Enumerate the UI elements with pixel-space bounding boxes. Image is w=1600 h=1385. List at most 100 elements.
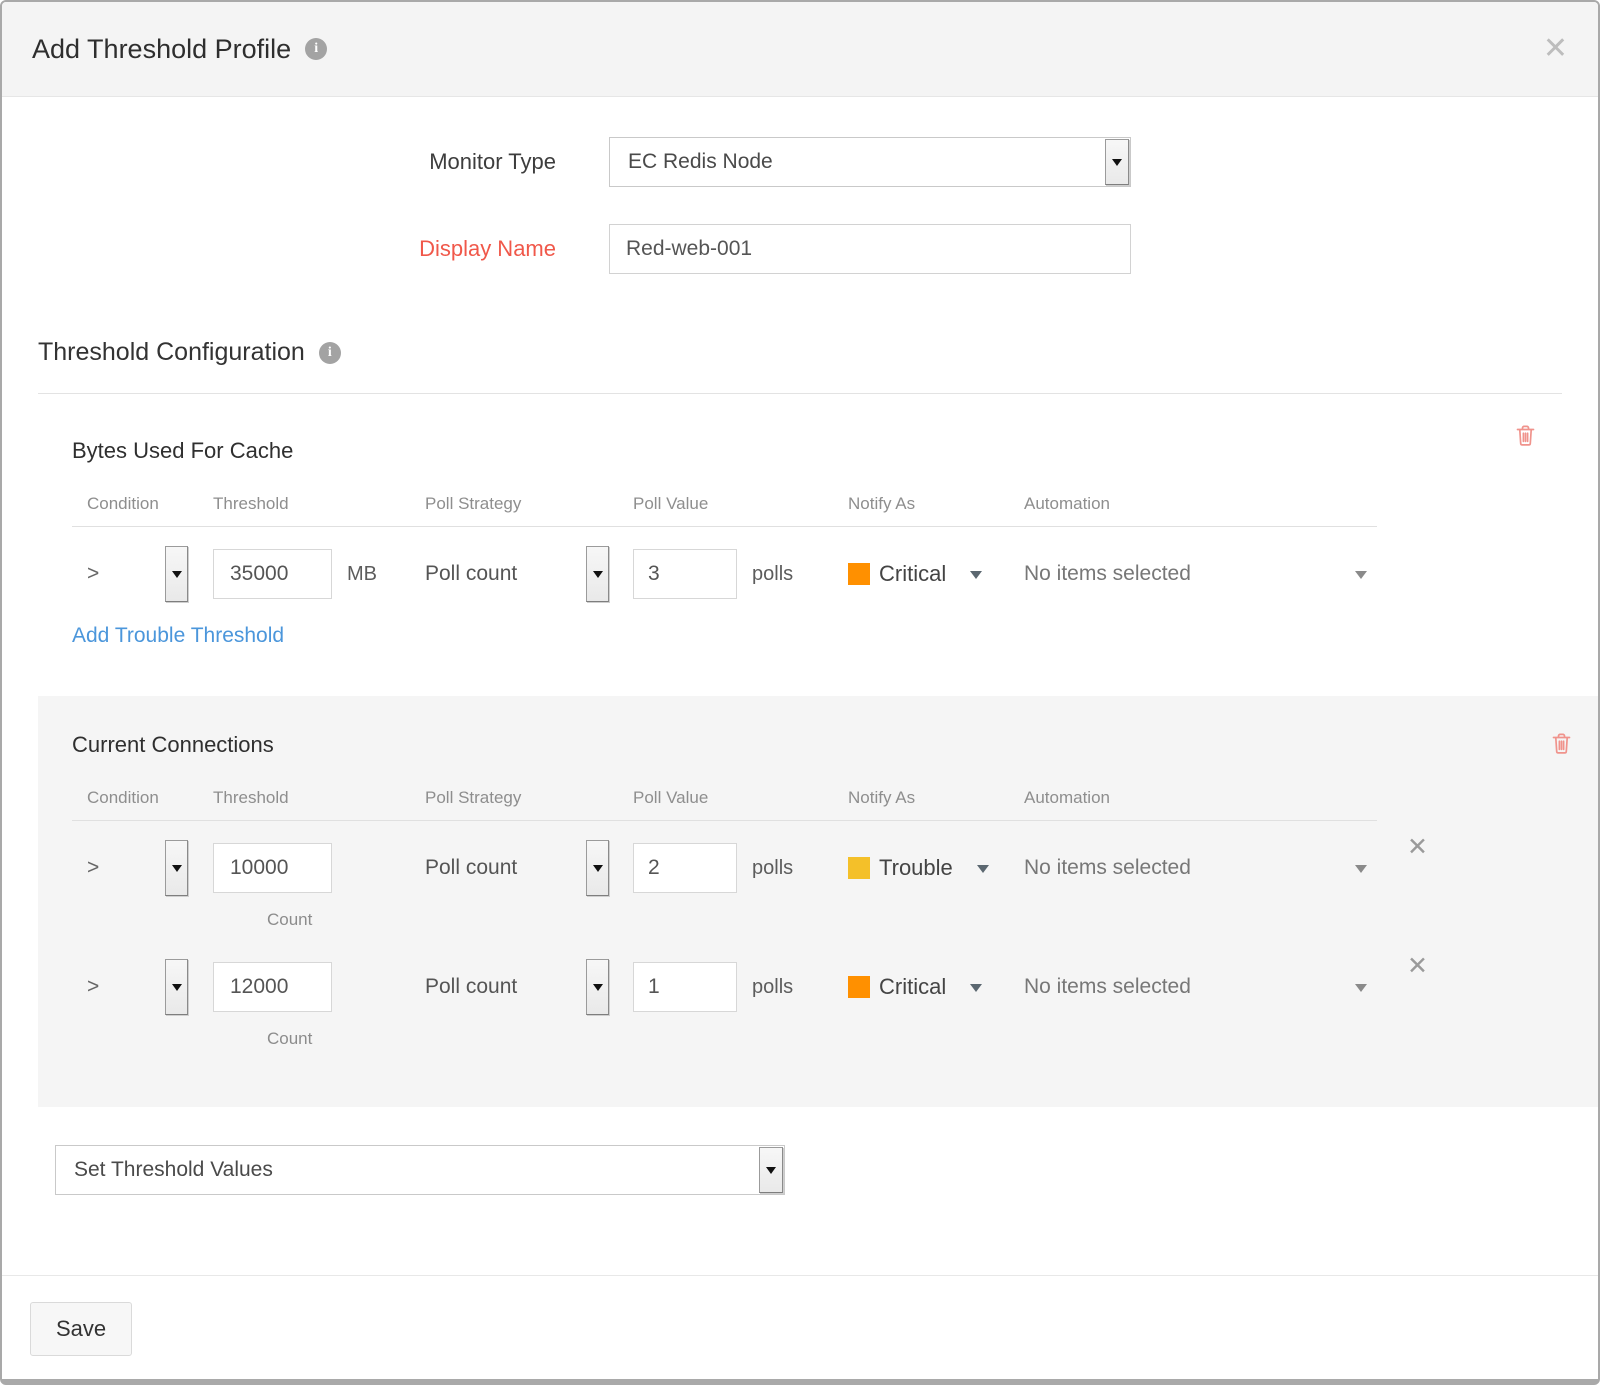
- set-threshold-values-select[interactable]: Set Threshold Values: [55, 1145, 785, 1195]
- threshold-input[interactable]: [213, 962, 332, 1012]
- monitor-type-value: EC Redis Node: [610, 150, 1104, 174]
- monitor-type-row: Monitor Type EC Redis Node: [38, 137, 1562, 187]
- close-icon[interactable]: ✕: [1543, 34, 1568, 64]
- severity-color-swatch: [848, 563, 870, 585]
- threshold-row: > MB Poll count polls: [72, 527, 1532, 604]
- add-trouble-threshold-link[interactable]: Add Trouble Threshold: [72, 624, 284, 648]
- threshold-row: > Poll count polls: [72, 940, 1568, 1017]
- column-automation: Automation: [1024, 494, 1377, 514]
- automation-select[interactable]: No items selected: [1024, 562, 1377, 586]
- poll-strategy-value: Poll count: [425, 975, 517, 999]
- threshold-sub-unit: Count: [267, 1029, 1568, 1049]
- monitor-type-label: Monitor Type: [38, 149, 609, 175]
- info-icon[interactable]: i: [305, 38, 327, 60]
- metric-name: Current Connections: [72, 732, 1568, 758]
- poll-strategy-value: Poll count: [425, 562, 517, 586]
- poll-value-cell: polls: [633, 962, 848, 1012]
- chevron-down-icon: [1355, 571, 1367, 585]
- delete-metric-icon[interactable]: [1551, 732, 1572, 760]
- column-threshold: Threshold: [213, 494, 425, 514]
- poll-strategy-value: Poll count: [425, 856, 517, 880]
- threshold-cell: [213, 962, 425, 1012]
- dropdown-arrow-icon[interactable]: [165, 959, 188, 1015]
- poll-strategy-select[interactable]: Poll count: [425, 840, 633, 896]
- notify-as-value: Critical: [879, 974, 946, 1000]
- column-condition: Condition: [72, 788, 213, 808]
- chevron-down-icon: [977, 865, 989, 879]
- condition-select[interactable]: >: [72, 840, 213, 896]
- metric-block-current-connections: Current Connections Condition Threshold …: [38, 696, 1598, 1107]
- dropdown-arrow-icon[interactable]: [586, 959, 609, 1015]
- chevron-down-icon: [1355, 865, 1367, 879]
- poll-value-unit: polls: [752, 976, 793, 999]
- set-threshold-values-value: Set Threshold Values: [56, 1158, 758, 1182]
- threshold-input[interactable]: [213, 843, 332, 893]
- condition-value: >: [72, 856, 99, 880]
- threshold-cell: [213, 843, 425, 893]
- column-headers: Condition Threshold Poll Strategy Poll V…: [72, 788, 1377, 821]
- notify-as-select[interactable]: Critical: [848, 974, 1024, 1000]
- column-headers: Condition Threshold Poll Strategy Poll V…: [72, 494, 1377, 527]
- poll-value-unit: polls: [752, 563, 793, 586]
- column-poll-value: Poll Value: [633, 788, 848, 808]
- column-poll-strategy: Poll Strategy: [425, 494, 633, 514]
- column-threshold: Threshold: [213, 788, 425, 808]
- save-button[interactable]: Save: [30, 1302, 132, 1356]
- column-condition: Condition: [72, 494, 213, 514]
- threshold-input[interactable]: [213, 549, 332, 599]
- poll-value-cell: polls: [633, 843, 848, 893]
- column-automation: Automation: [1024, 788, 1377, 808]
- remove-row-icon[interactable]: ✕: [1407, 835, 1428, 860]
- notify-as-value: Critical: [879, 561, 946, 587]
- column-notify-as: Notify As: [848, 494, 1024, 514]
- condition-select[interactable]: >: [72, 546, 213, 602]
- dropdown-arrow-icon[interactable]: [586, 546, 609, 602]
- column-poll-value: Poll Value: [633, 494, 848, 514]
- display-name-label: Display Name: [38, 236, 609, 262]
- dialog-title: Add Threshold Profile: [32, 34, 291, 65]
- severity-color-swatch: [848, 976, 870, 998]
- poll-value-unit: polls: [752, 857, 793, 880]
- section-title: Threshold Configuration: [38, 338, 305, 367]
- automation-value: No items selected: [1024, 975, 1191, 999]
- poll-strategy-select[interactable]: Poll count: [425, 546, 633, 602]
- automation-value: No items selected: [1024, 856, 1191, 880]
- column-notify-as: Notify As: [848, 788, 1024, 808]
- add-threshold-profile-dialog: Add Threshold Profile i ✕ Monitor Type E…: [0, 0, 1600, 1385]
- display-name-row: Display Name: [38, 224, 1562, 274]
- poll-strategy-select[interactable]: Poll count: [425, 959, 633, 1015]
- notify-as-value: Trouble: [879, 855, 953, 881]
- poll-value-input[interactable]: [633, 962, 737, 1012]
- dropdown-arrow-icon[interactable]: [586, 840, 609, 896]
- dialog-footer: Save: [2, 1275, 1598, 1382]
- display-name-input[interactable]: [609, 224, 1131, 274]
- chevron-down-icon: [1355, 984, 1367, 998]
- dropdown-arrow-icon[interactable]: [165, 840, 188, 896]
- dropdown-arrow-icon[interactable]: [759, 1147, 783, 1193]
- notify-as-select[interactable]: Trouble: [848, 855, 1024, 881]
- notify-as-select[interactable]: Critical: [848, 561, 1024, 587]
- info-icon[interactable]: i: [319, 342, 341, 364]
- threshold-sub-unit: Count: [267, 910, 1568, 930]
- metric-block-bytes-used-for-cache: Bytes Used For Cache Condition Threshold…: [38, 438, 1562, 648]
- poll-value-input[interactable]: [633, 549, 737, 599]
- delete-metric-icon[interactable]: [1515, 424, 1536, 452]
- dropdown-arrow-icon[interactable]: [1105, 139, 1129, 185]
- threshold-cell: MB: [213, 549, 425, 599]
- threshold-unit: MB: [347, 563, 377, 586]
- dialog-body: Monitor Type EC Redis Node Display Name …: [2, 97, 1598, 1195]
- poll-value-input[interactable]: [633, 843, 737, 893]
- poll-value-cell: polls: [633, 549, 848, 599]
- automation-select[interactable]: No items selected: [1024, 975, 1377, 999]
- threshold-row: > Poll count polls: [72, 821, 1568, 898]
- automation-select[interactable]: No items selected: [1024, 856, 1377, 880]
- dropdown-arrow-icon[interactable]: [165, 546, 188, 602]
- automation-value: No items selected: [1024, 562, 1191, 586]
- chevron-down-icon: [970, 984, 982, 998]
- condition-select[interactable]: >: [72, 959, 213, 1015]
- remove-row-icon[interactable]: ✕: [1407, 954, 1428, 979]
- monitor-type-select[interactable]: EC Redis Node: [609, 137, 1131, 187]
- dialog-header: Add Threshold Profile i ✕: [2, 2, 1598, 97]
- severity-color-swatch: [848, 857, 870, 879]
- metric-name: Bytes Used For Cache: [72, 438, 1532, 464]
